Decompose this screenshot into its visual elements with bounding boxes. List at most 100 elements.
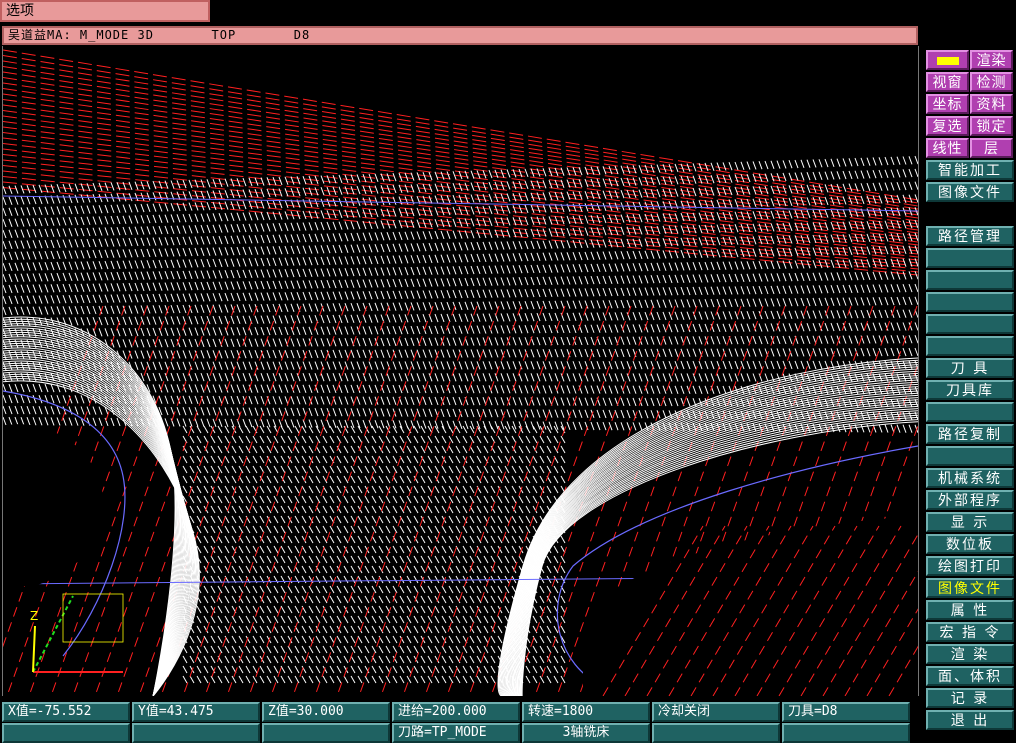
tool-library-button[interactable]: 刀具库 [926,380,1014,400]
mesh-stroke [455,505,461,514]
mesh-stroke [734,373,739,382]
mesh-stroke [866,233,871,243]
area-volume-button[interactable]: 面、体积 [926,666,1014,686]
mesh-stroke [86,305,91,315]
external-program-button[interactable]: 外部程序 [926,490,1014,510]
mesh-stroke [182,655,188,664]
toolpath-mode[interactable]: 刀路=TP_MODE [392,723,520,743]
coolant-status[interactable]: 冷却关闭 [652,702,780,722]
empty-slot[interactable] [926,292,1014,312]
mesh-stroke [210,675,216,684]
mesh-stroke [462,445,468,454]
mesh-stroke [245,585,251,594]
render-button[interactable]: 渲染 [970,50,1013,70]
mesh-stroke [884,233,889,242]
mesh-stroke [266,303,271,313]
options-menu-tab[interactable]: 选项 [0,0,210,22]
layer-button[interactable]: 层 [970,138,1013,158]
mesh-stroke [314,349,319,359]
mesh-stroke [385,525,391,534]
machine-system-button[interactable]: 机械系统 [926,468,1014,488]
mesh-stroke [462,535,468,544]
mesh-stroke [385,635,391,644]
tool-button[interactable]: 刀 具 [926,358,1014,378]
mesh-stroke [273,565,279,574]
path-copy-button[interactable]: 路径复制 [926,424,1014,444]
empty-slot[interactable] [926,446,1014,466]
macro-button[interactable]: 宏 指 令 [926,622,1014,642]
image-file-button[interactable]: 图像文件 [926,578,1014,598]
inspect-button[interactable]: 检测 [970,72,1013,92]
mesh-stroke [170,384,175,393]
mesh-stroke [206,304,211,313]
mesh-stroke [626,275,631,284]
properties-button[interactable]: 属 性 [926,600,1014,620]
mesh-stroke [788,160,793,169]
display-button[interactable]: 显 示 [926,512,1014,532]
digitizer-button[interactable]: 数位板 [926,534,1014,554]
mesh-stroke [92,316,97,326]
viewport-button[interactable]: 视窗 [926,72,969,92]
mesh-stroke [614,312,619,321]
feed-rate[interactable]: 进给=200.000 [392,702,520,722]
mesh-stroke [380,373,385,382]
mesh-stroke [524,301,529,310]
color-swatch-button[interactable] [926,50,969,70]
graphics-viewport[interactable]: Z [2,46,919,696]
mesh-stroke [722,311,727,320]
mesh-stroke [448,675,454,684]
mesh-stroke [176,418,181,427]
mesh-stroke [326,326,331,335]
empty-slot[interactable] [926,248,1014,268]
spindle-speed[interactable]: 转速=1800 [522,702,650,722]
mesh-stroke [398,255,403,264]
empty-slot[interactable] [926,314,1014,334]
lock-button[interactable]: 锁定 [970,116,1013,136]
mesh-stroke [62,239,67,248]
mesh-stroke [776,310,781,320]
image-file-top-button[interactable]: 图像文件 [926,182,1014,202]
render-menu-button[interactable]: 渲 染 [926,644,1014,664]
mesh-stroke [428,266,433,275]
mesh-stroke [224,235,229,245]
linetype-button[interactable]: 线性 [926,138,969,158]
tool-status[interactable]: 刀具=D8 [782,702,910,722]
plot-print-button[interactable]: 绘图打印 [926,556,1014,576]
mesh-stroke [332,419,337,428]
reselect-button[interactable]: 复选 [926,116,969,136]
path-manage-button[interactable]: 路径管理 [926,226,1014,246]
mesh-stroke [326,419,331,428]
mesh-stroke [686,163,691,172]
mesh-stroke [392,243,397,252]
empty-slot[interactable] [926,336,1014,356]
mesh-stroke [746,348,751,357]
mesh-stroke [252,665,258,674]
mesh-stroke [734,161,739,171]
mesh-stroke [518,265,523,274]
empty-slot[interactable] [926,402,1014,422]
mesh-stroke [584,348,589,358]
mesh-stroke [140,260,145,269]
mesh-stroke [462,525,468,534]
mesh-stroke [638,177,643,186]
mesh-stroke [320,280,325,289]
mesh-stroke [242,200,247,210]
mesh-stroke [196,675,202,684]
mesh-stroke [596,300,601,309]
data-button[interactable]: 资料 [970,94,1013,114]
mesh-stroke [546,565,552,574]
mesh-stroke [322,645,328,654]
empty-slot[interactable] [926,270,1014,290]
mesh-stroke [476,495,482,504]
coords-button[interactable]: 坐标 [926,94,969,114]
smart-machining-button[interactable]: 智能加工 [926,160,1014,180]
mesh-stroke [464,265,469,275]
mesh-stroke [584,312,589,321]
mesh-stroke [746,298,751,307]
mesh-stroke [441,615,447,624]
mesh-stroke [476,373,481,382]
mesh-stroke [914,245,918,254]
mesh-stroke [455,435,461,444]
mesh-stroke [217,635,223,644]
mesh-stroke [378,585,384,594]
